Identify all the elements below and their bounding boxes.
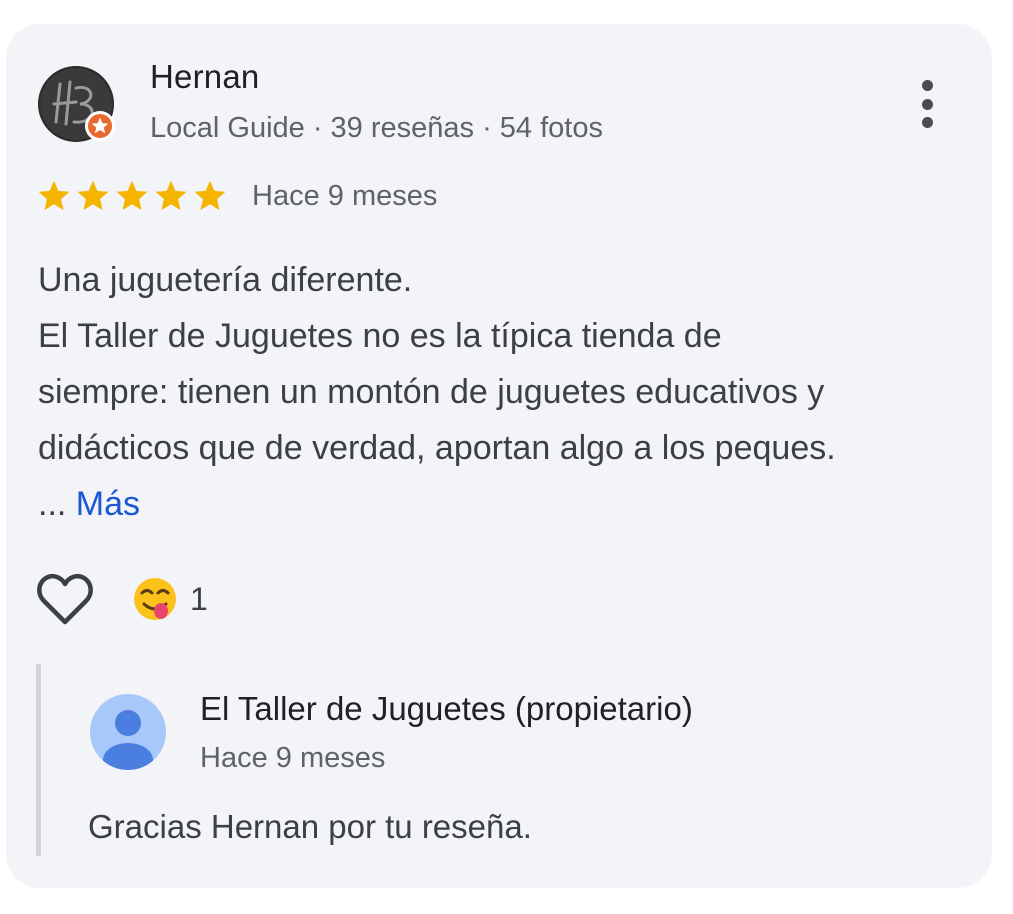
reviewer-name[interactable]: Hernan [150, 58, 259, 96]
star-icon [194, 180, 226, 211]
more-row: ... Más [38, 476, 988, 532]
person-avatar-icon [90, 694, 166, 770]
star-icon [155, 180, 187, 211]
yum-emoji-icon [134, 578, 176, 620]
star-icon [116, 180, 148, 211]
star-icon [77, 180, 109, 211]
review-line: didácticos que de verdad, aportan algo a… [38, 429, 836, 467]
review-line: siempre: tienen un montón de juguetes ed… [38, 373, 825, 411]
review-line: El Taller de Juguetes no es la típica ti… [38, 317, 722, 355]
more-options-button[interactable] [905, 78, 949, 130]
owner-reply-date: Hace 9 meses [200, 742, 386, 774]
star-icon [38, 180, 70, 211]
reply-divider [36, 664, 41, 856]
heart-outline-icon[interactable] [36, 572, 94, 626]
reviewer-avatar[interactable] [36, 64, 116, 144]
more-link[interactable]: Más [76, 485, 140, 523]
review-date: Hace 9 meses [252, 180, 438, 212]
reaction-summary[interactable]: 1 [132, 576, 208, 622]
review-text: Una juguetería diferente. El Taller de J… [38, 252, 988, 532]
review-line: Una juguetería diferente. [38, 261, 413, 299]
ellipsis: ... [38, 485, 67, 523]
reviewer-meta: Local Guide · 39 reseñas · 54 fotos [150, 112, 603, 144]
more-vert-icon [921, 80, 933, 91]
reaction-count: 1 [190, 580, 208, 617]
local-guide-badge-icon [85, 111, 115, 141]
owner-name: El Taller de Juguetes (propietario) [200, 690, 693, 727]
star-rating [36, 178, 228, 214]
owner-reply-text: Gracias Hernan por tu reseña. [88, 808, 532, 845]
